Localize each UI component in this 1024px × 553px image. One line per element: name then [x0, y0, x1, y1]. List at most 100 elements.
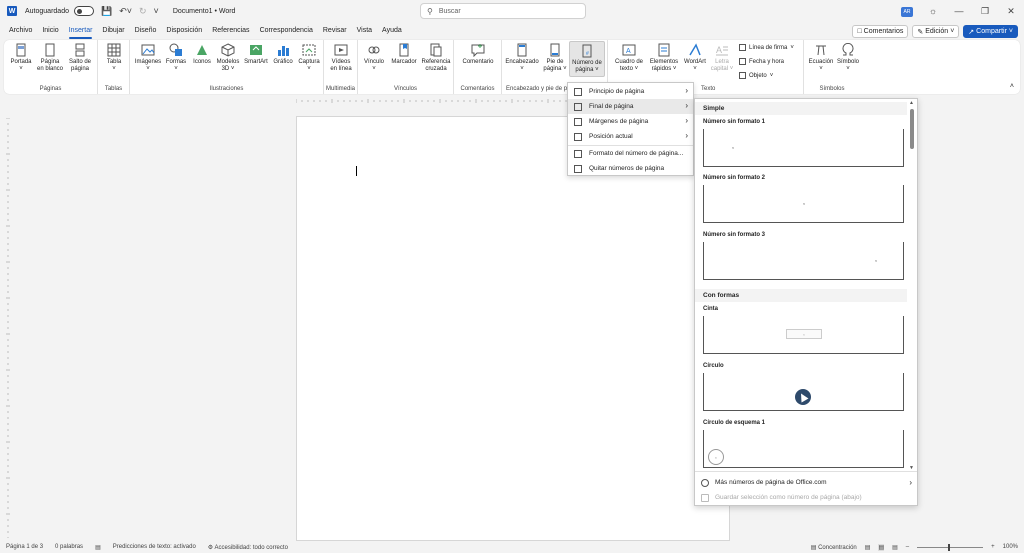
zoom-level[interactable]: 100% [1003, 544, 1018, 550]
screenshot-button[interactable]: Captura ˅ [296, 43, 322, 73]
ribbon-tabs: Archivo Inicio Insertar Dibujar Diseño D… [0, 22, 1024, 40]
cover-page-label: Portada [10, 59, 32, 65]
group-multimedia: Vídeos en línea Multimedia [324, 40, 358, 94]
document-page[interactable] [296, 116, 730, 541]
gallery-item-plain-number-3[interactable]: , [703, 242, 904, 280]
save-selection-button[interactable]: Guardar selección como número de página … [695, 490, 917, 505]
gallery-item-title: Cinta [703, 306, 718, 312]
header-button[interactable]: Encabezado ˅ [504, 43, 540, 73]
tab-referencias[interactable]: Referencias [207, 22, 254, 40]
shapes-button[interactable]: Formas ˅ [164, 43, 188, 73]
close-icon[interactable]: ✕ [998, 6, 1024, 17]
text-box-button[interactable]: A Cuadro de texto ˅ [612, 43, 646, 73]
equation-button[interactable]: Ecuación ˅ [806, 43, 836, 73]
zoom-in-icon[interactable]: + [991, 544, 995, 550]
save-icon[interactable]: 💾 [101, 6, 112, 17]
customize-qat-icon[interactable]: ˅ [154, 6, 159, 16]
link-button[interactable]: Vínculo ˅ [360, 43, 388, 73]
object-button[interactable]: Objeto ˅ [739, 72, 773, 79]
chart-button[interactable]: Gráfico [271, 43, 295, 66]
tab-disposicion[interactable]: Disposición [161, 22, 207, 40]
tab-ayuda[interactable]: Ayuda [377, 22, 407, 40]
web-layout-icon[interactable]: ▤ [892, 544, 898, 551]
cover-page-button[interactable]: Portada ˅ [8, 43, 34, 73]
undo-icon[interactable]: ↶˅ [119, 6, 132, 17]
scroll-up-icon[interactable]: ▲ [909, 100, 914, 106]
search-box[interactable]: ⚲ Buscar [420, 3, 586, 19]
accessibility-status[interactable]: ⚙ Accesibilidad: todo correcto [208, 544, 288, 551]
cross-reference-label-1: Referencia [421, 59, 451, 65]
zoom-out-icon[interactable]: – [906, 544, 909, 550]
comments-button[interactable]: □ Comentarios [852, 25, 909, 38]
vertical-ruler[interactable] [4, 118, 12, 538]
tab-dibujar[interactable]: Dibujar [97, 22, 129, 40]
gallery-item-plain-number-2[interactable]: , [703, 185, 904, 223]
page-count[interactable]: Página 1 de 3 [6, 544, 43, 550]
icons-button[interactable]: Iconos [190, 43, 214, 66]
footer-button[interactable]: Pie de página ˅ [541, 43, 569, 73]
document-title[interactable]: Documento1 • Word [173, 8, 236, 15]
more-page-numbers-link[interactable]: Más números de página de Office.com › [695, 475, 917, 490]
menu-item-label: Márgenes de página [589, 118, 649, 125]
redo-icon[interactable]: ↻ [139, 6, 147, 17]
gallery-item-ribbon[interactable]: , [703, 316, 904, 354]
focus-mode-button[interactable]: ▤ Concentración [811, 544, 857, 551]
menu-item-current-position[interactable]: Posición actual › [568, 129, 693, 144]
word-count[interactable]: 0 palabras [55, 544, 83, 550]
3d-models-button[interactable]: Modelos 3D ˅ [215, 43, 241, 73]
current-position-icon [574, 133, 582, 141]
tab-correspondencia[interactable]: Correspondencia [255, 22, 318, 40]
tab-vista[interactable]: Vista [352, 22, 377, 40]
menu-item-page-margins[interactable]: Márgenes de página › [568, 114, 693, 129]
symbol-button[interactable]: Símbolo ˅ [836, 43, 860, 73]
smartart-button[interactable]: SmartArt [242, 43, 270, 66]
menu-item-top-of-page[interactable]: Principio de página › [568, 84, 693, 99]
tab-archivo[interactable]: Archivo [4, 22, 37, 40]
comment-button[interactable]: Comentario [458, 43, 498, 66]
account-button[interactable]: AR [894, 5, 920, 17]
date-time-button[interactable]: Fecha y hora [739, 58, 784, 65]
page-break-button[interactable]: Salto de página [66, 43, 94, 73]
gallery-item-outline-circle-1[interactable]: , [703, 430, 904, 468]
shapes-icon [169, 43, 182, 56]
tab-insertar[interactable]: Insertar [64, 22, 98, 40]
text-predictions-status[interactable]: Predicciones de texto: activado [113, 544, 196, 550]
tab-revisar[interactable]: Revisar [318, 22, 352, 40]
blank-page-button[interactable]: Página en blanco [35, 43, 65, 73]
wordart-button[interactable]: WordArt ˅ [682, 43, 708, 73]
gallery-footer-separator [695, 471, 917, 472]
text-box-label-2: texto [619, 66, 633, 72]
zoom-slider[interactable] [917, 543, 984, 551]
page-number-button[interactable]: # Número de página ˅ [569, 41, 605, 77]
group-simbolos: Ecuación ˅ Símbolo ˅ Símbolos [804, 40, 860, 94]
images-button[interactable]: Imágenes ˅ [134, 43, 162, 73]
print-layout-icon[interactable]: ▤ [878, 543, 885, 551]
minimize-icon[interactable]: — [946, 6, 972, 16]
lightbulb-icon[interactable]: ☼ [920, 6, 946, 16]
gallery-item-plain-number-1[interactable]: , [703, 129, 904, 167]
bookmark-button[interactable]: Marcador [389, 43, 419, 66]
share-button[interactable]: ↗ Compartir ˅ [963, 25, 1018, 38]
restore-icon[interactable]: ❐ [972, 6, 998, 17]
tab-inicio[interactable]: Inicio [37, 22, 63, 40]
signature-line-button[interactable]: Línea de firma ˅ [739, 44, 794, 51]
omega-icon [842, 43, 854, 56]
cross-reference-button[interactable]: Referencia cruzada [420, 43, 452, 73]
menu-item-bottom-of-page[interactable]: Final de página › [568, 99, 693, 114]
autosave-toggle[interactable] [73, 6, 94, 16]
read-mode-icon[interactable]: ▤ [865, 544, 871, 551]
tab-diseno[interactable]: Diseño [130, 22, 162, 40]
editing-mode-button[interactable]: ✎ Edición ˅ [912, 25, 960, 38]
scrollbar-thumb[interactable] [910, 109, 914, 149]
table-button[interactable]: Tabla ˅ [101, 43, 127, 73]
svg-text:A: A [626, 48, 631, 55]
online-video-button[interactable]: Vídeos en línea [327, 43, 355, 73]
quick-parts-button[interactable]: Elementos rápidos ˅ [646, 43, 682, 73]
proofing-icon[interactable]: ▤ [95, 544, 101, 551]
gallery-scrollbar[interactable]: ▲ ▼ [907, 99, 917, 471]
collapse-ribbon-icon[interactable]: ˄ [1010, 83, 1014, 90]
menu-item-format-page-numbers[interactable]: Formato del número de página... [568, 146, 693, 161]
cross-reference-label-2: cruzada [425, 66, 447, 72]
drop-cap-button[interactable]: A Letra capital ˅ [708, 43, 736, 73]
menu-item-remove-page-numbers[interactable]: Quitar números de página [568, 161, 693, 176]
